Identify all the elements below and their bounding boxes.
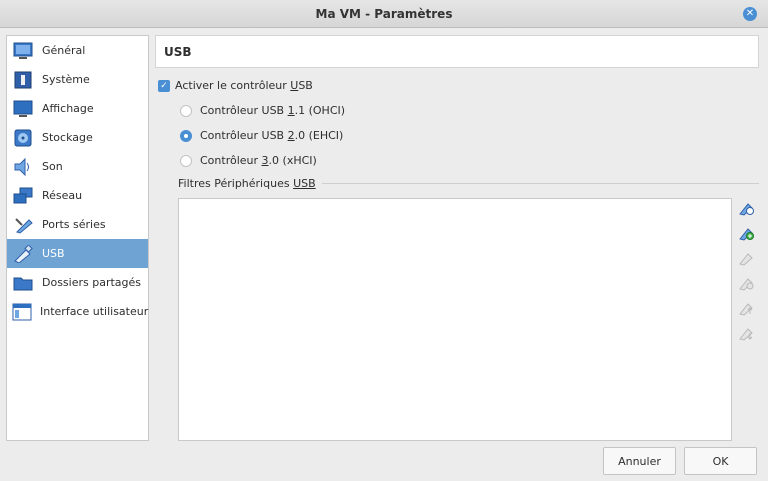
enable-usb-checkbox-row[interactable]: ✓ Activer le contrôleur USB	[158, 79, 313, 92]
sidebar-item-system[interactable]: Système	[7, 65, 148, 94]
enable-usb-label: Activer le contrôleur USB	[175, 79, 313, 92]
usb-2-0-radio[interactable]	[180, 129, 192, 142]
usb-3-0-label: Contrôleur 3.0 (xHCI)	[200, 154, 317, 167]
cancel-button[interactable]: Annuler	[603, 447, 676, 475]
sidebar-item-display[interactable]: Affichage	[7, 94, 148, 123]
sidebar-item-label: Système	[42, 73, 90, 86]
serial-port-icon	[12, 215, 34, 235]
network-icon	[12, 186, 34, 206]
sidebar-item-label: Affichage	[42, 102, 94, 115]
divider	[321, 183, 759, 184]
sidebar-item-general[interactable]: Général	[7, 36, 148, 65]
move-filter-down-icon[interactable]	[738, 325, 754, 341]
sidebar-item-label: Général	[42, 44, 86, 57]
sidebar-item-label: Stockage	[42, 131, 93, 144]
sidebar-item-network[interactable]: Réseau	[7, 181, 148, 210]
ok-button[interactable]: OK	[684, 447, 757, 475]
system-chip-icon	[12, 70, 34, 90]
storage-disk-icon	[12, 128, 34, 148]
usb-3-0-radio-row[interactable]: Contrôleur 3.0 (xHCI)	[180, 154, 317, 167]
sidebar-item-label: Ports séries	[42, 218, 106, 231]
page-header: USB	[155, 35, 759, 68]
sidebar-item-user-interface[interactable]: Interface utilisateur	[7, 297, 148, 326]
usb-3-0-radio[interactable]	[180, 154, 192, 167]
sidebar-item-usb[interactable]: USB	[7, 239, 148, 268]
sidebar-item-serial-ports[interactable]: Ports séries	[7, 210, 148, 239]
sidebar-item-label: Réseau	[42, 189, 83, 202]
usb-1-1-radio[interactable]	[180, 104, 192, 117]
usb-filters-label: Filtres Périphériques USB	[178, 177, 316, 190]
sidebar-item-shared-folders[interactable]: Dossiers partagés	[7, 268, 148, 297]
window-title: Ma VM - Paramètres	[315, 6, 453, 21]
remove-filter-icon[interactable]	[738, 275, 754, 291]
add-empty-filter-icon[interactable]	[738, 200, 754, 216]
sidebar-item-sound[interactable]: Son	[7, 152, 148, 181]
usb-filter-list[interactable]	[178, 198, 732, 441]
sidebar-item-label: USB	[42, 247, 65, 260]
title-bar: Ma VM - Paramètres ✕	[0, 0, 768, 28]
shared-folder-icon	[12, 273, 34, 293]
usb-1-1-radio-row[interactable]: Contrôleur USB 1.1 (OHCI)	[180, 104, 345, 117]
close-icon[interactable]: ✕	[743, 7, 757, 21]
usb-icon	[12, 244, 34, 264]
enable-usb-checkbox[interactable]: ✓	[158, 79, 170, 92]
usb-2-0-radio-row[interactable]: Contrôleur USB 2.0 (EHCI)	[180, 129, 343, 142]
user-interface-icon	[12, 302, 32, 322]
add-filter-from-device-icon[interactable]	[738, 225, 754, 241]
display-monitor-icon	[12, 99, 34, 119]
sidebar-item-label: Son	[42, 160, 63, 173]
speaker-icon	[12, 157, 34, 177]
usb-filters-group-label: Filtres Périphériques USB	[178, 177, 759, 190]
page-title: USB	[164, 44, 192, 59]
sidebar-item-label: Dossiers partagés	[42, 276, 142, 289]
sidebar-item-storage[interactable]: Stockage	[7, 123, 148, 152]
usb-2-0-label: Contrôleur USB 2.0 (EHCI)	[200, 129, 344, 142]
settings-sidebar: Général Système Affichage Stockage Son R…	[6, 35, 149, 441]
filter-toolbar	[738, 200, 756, 350]
edit-filter-icon[interactable]	[738, 250, 754, 266]
sidebar-item-label: Interface utilisateur	[40, 305, 149, 318]
general-icon	[12, 41, 34, 61]
usb-1-1-label: Contrôleur USB 1.1 (OHCI)	[200, 104, 346, 117]
move-filter-up-icon[interactable]	[738, 300, 754, 316]
